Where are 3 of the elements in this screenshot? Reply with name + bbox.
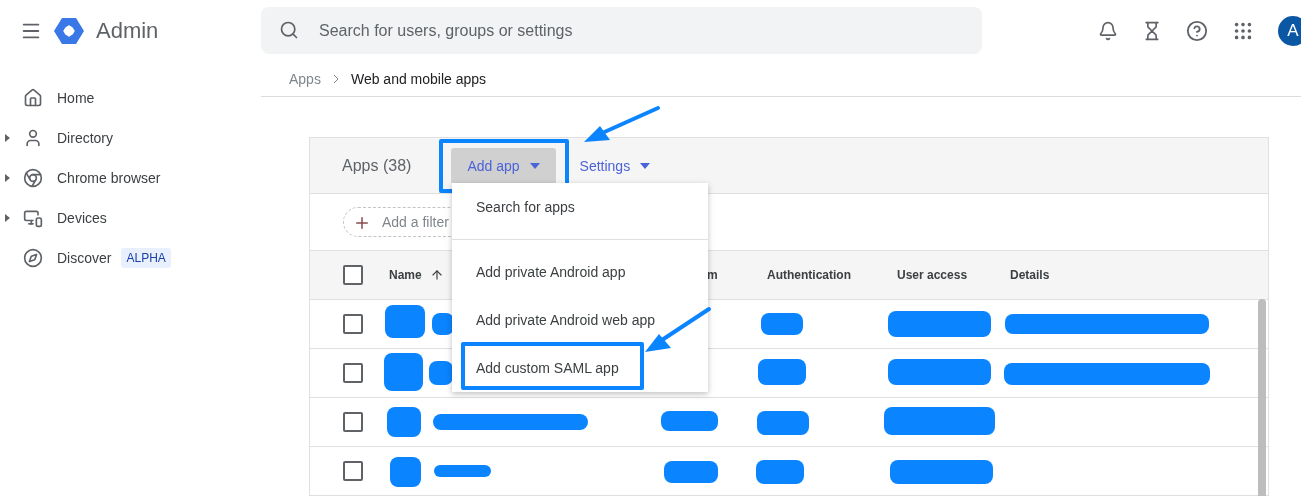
panel-title: Apps (38) bbox=[342, 156, 412, 175]
app-title: Admin bbox=[96, 17, 159, 44]
alpha-badge: ALPHA bbox=[121, 248, 171, 268]
